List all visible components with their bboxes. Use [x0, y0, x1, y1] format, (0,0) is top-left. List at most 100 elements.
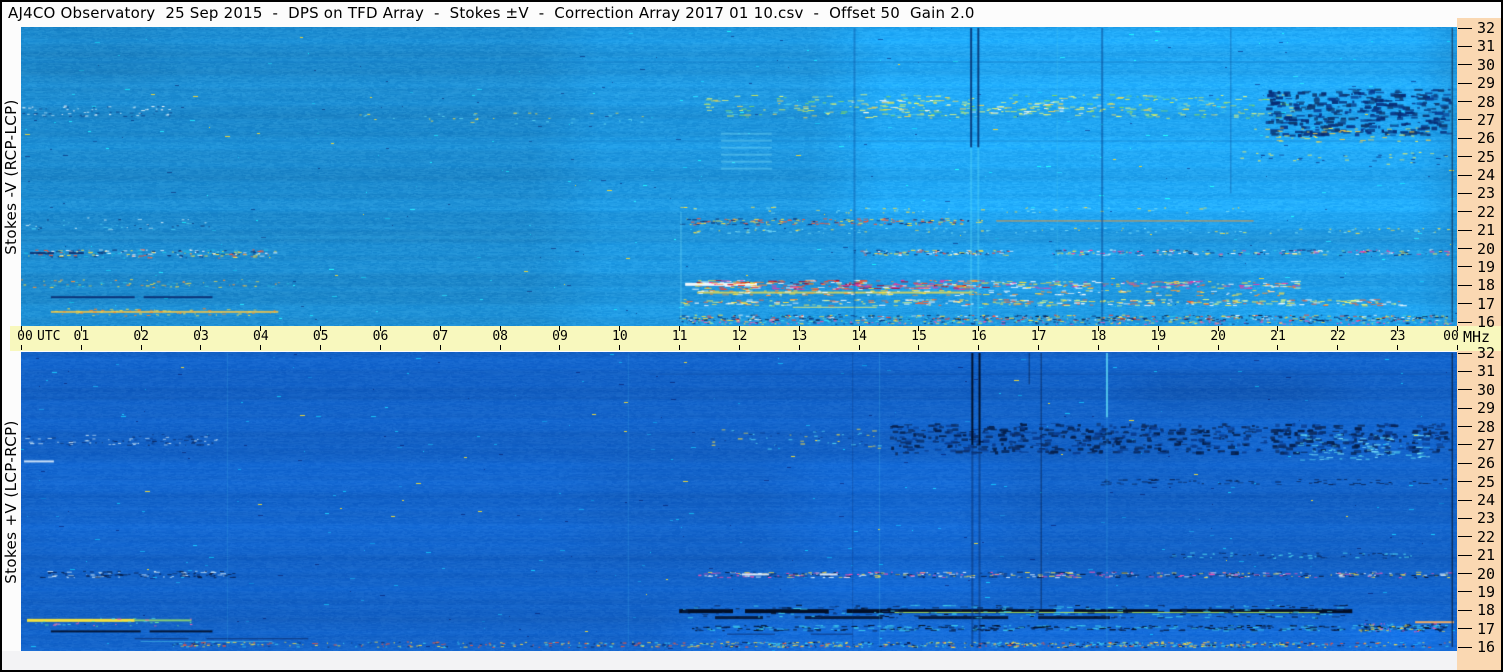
freq-tick-label: 21: [1477, 221, 1496, 240]
freq-tick-label: 27: [1477, 435, 1496, 454]
time-tick-label: 16: [971, 329, 987, 344]
freq-tick-label: 29: [1477, 74, 1496, 93]
time-tick-label: 09: [552, 329, 568, 344]
freq-tick: [1458, 499, 1472, 501]
freq-tick: [1458, 573, 1472, 574]
freq-tick: [1458, 266, 1472, 268]
freq-tick-label: 22: [1477, 527, 1496, 546]
freq-tick-label: 32: [1477, 344, 1496, 362]
time-tick: [1456, 345, 1458, 350]
time-tick: [320, 345, 322, 350]
freq-tick: [1458, 321, 1472, 323]
time-tick-label: 05: [312, 329, 329, 344]
freq-tick-label: 18: [1477, 601, 1496, 620]
freq-tick: [1458, 426, 1472, 427]
stokes-minus-v-label-text: Stokes -V (RCP-LCP): [2, 98, 21, 255]
freq-tick-label: 23: [1477, 509, 1496, 528]
time-tick: [1038, 345, 1040, 350]
freq-tick: [1458, 628, 1472, 630]
freq-tick: [1458, 536, 1472, 538]
freq-tick: [1458, 156, 1472, 158]
time-tick: [1397, 345, 1399, 350]
freq-tick-label: 24: [1477, 491, 1496, 509]
freq-tick: [1458, 27, 1472, 29]
time-tick: [1217, 345, 1219, 350]
freq-tick-label: 24: [1477, 166, 1496, 184]
time-tick-label: 23: [1389, 329, 1406, 344]
time-tick: [1157, 345, 1159, 350]
freq-tick: [1458, 174, 1472, 176]
time-tick: [80, 345, 82, 350]
freq-tick-label: 16: [1477, 313, 1496, 331]
time-tick-label: 13: [791, 329, 808, 344]
time-tick-label: 08: [492, 329, 508, 344]
time-tick: [858, 345, 860, 350]
freq-tick-label: 25: [1477, 472, 1496, 491]
time-tick-label: 22: [1330, 329, 1346, 344]
freq-tick: [1458, 229, 1472, 231]
freq-tick-label: 22: [1477, 202, 1496, 221]
freq-tick: [1458, 45, 1472, 47]
time-tick: [379, 345, 381, 350]
freq-tick: [1458, 517, 1472, 519]
time-tick: [798, 345, 800, 350]
time-axis-unit-label: UTC: [37, 329, 61, 344]
freq-tick: [1458, 462, 1472, 464]
freq-tick: [1458, 284, 1472, 286]
time-tick-label: 10: [612, 329, 628, 344]
time-tick-label: 19: [1150, 329, 1167, 344]
time-tick-label: 02: [133, 329, 149, 344]
freq-tick-label: 17: [1477, 619, 1496, 638]
spectrogram-stokes-plus-v: [21, 352, 1457, 651]
time-tick: [439, 345, 441, 350]
freq-tick: [1458, 248, 1472, 249]
time-tick: [1277, 345, 1279, 350]
freq-tick-label: 20: [1477, 564, 1496, 583]
time-tick-label: 14: [851, 329, 867, 344]
time-tick-label: 07: [432, 329, 449, 344]
panel-label-stokes-plus-v: Stokes +V (LCP-RCP): [2, 352, 20, 651]
time-tick: [1337, 345, 1339, 350]
time-tick: [140, 345, 142, 350]
freq-tick: [1458, 303, 1472, 305]
freq-tick: [1458, 352, 1472, 354]
time-tick-label: 01: [73, 329, 90, 344]
time-tick-label: 12: [731, 329, 748, 344]
freq-tick-label: 28: [1477, 92, 1496, 111]
freq-tick: [1458, 101, 1472, 102]
time-tick-label: 20: [1210, 329, 1226, 344]
time-tick-label: 00: [17, 329, 33, 344]
freq-tick: [1458, 591, 1472, 593]
freq-tick-label: 21: [1477, 546, 1496, 565]
time-tick: [918, 345, 920, 350]
freq-tick-label: 17: [1477, 294, 1496, 313]
time-tick: [978, 345, 980, 350]
time-tick: [738, 345, 740, 350]
freq-tick: [1458, 554, 1472, 556]
freq-tick: [1458, 646, 1472, 648]
freq-tick-label: 23: [1477, 184, 1496, 203]
spectrogram-stokes-minus-v: [21, 27, 1457, 326]
freq-tick: [1458, 407, 1472, 409]
freq-tick-label: 18: [1477, 276, 1496, 295]
freq-tick-label: 26: [1477, 129, 1496, 148]
freq-tick: [1458, 444, 1472, 446]
freq-tick-label: 19: [1477, 582, 1496, 601]
freq-tick-label: 25: [1477, 147, 1496, 166]
time-tick: [260, 345, 262, 350]
time-tick: [200, 345, 202, 350]
freq-tick-label: 32: [1477, 19, 1496, 37]
freq-tick: [1458, 119, 1472, 121]
spectrogram-window: AJ4CO Observatory 25 Sep 2015 - DPS on T…: [0, 0, 1503, 672]
time-tick: [559, 345, 561, 350]
freq-tick: [1458, 481, 1472, 483]
freq-tick: [1458, 82, 1472, 84]
time-tick-label: 06: [372, 329, 389, 344]
time-tick-label: 11: [671, 329, 688, 344]
freq-tick-label: 31: [1477, 362, 1496, 381]
freq-tick: [1458, 192, 1472, 194]
time-tick: [619, 345, 621, 350]
time-tick-label: 18: [1090, 329, 1107, 344]
freq-tick-label: 19: [1477, 257, 1496, 276]
freq-tick-label: 27: [1477, 110, 1496, 129]
